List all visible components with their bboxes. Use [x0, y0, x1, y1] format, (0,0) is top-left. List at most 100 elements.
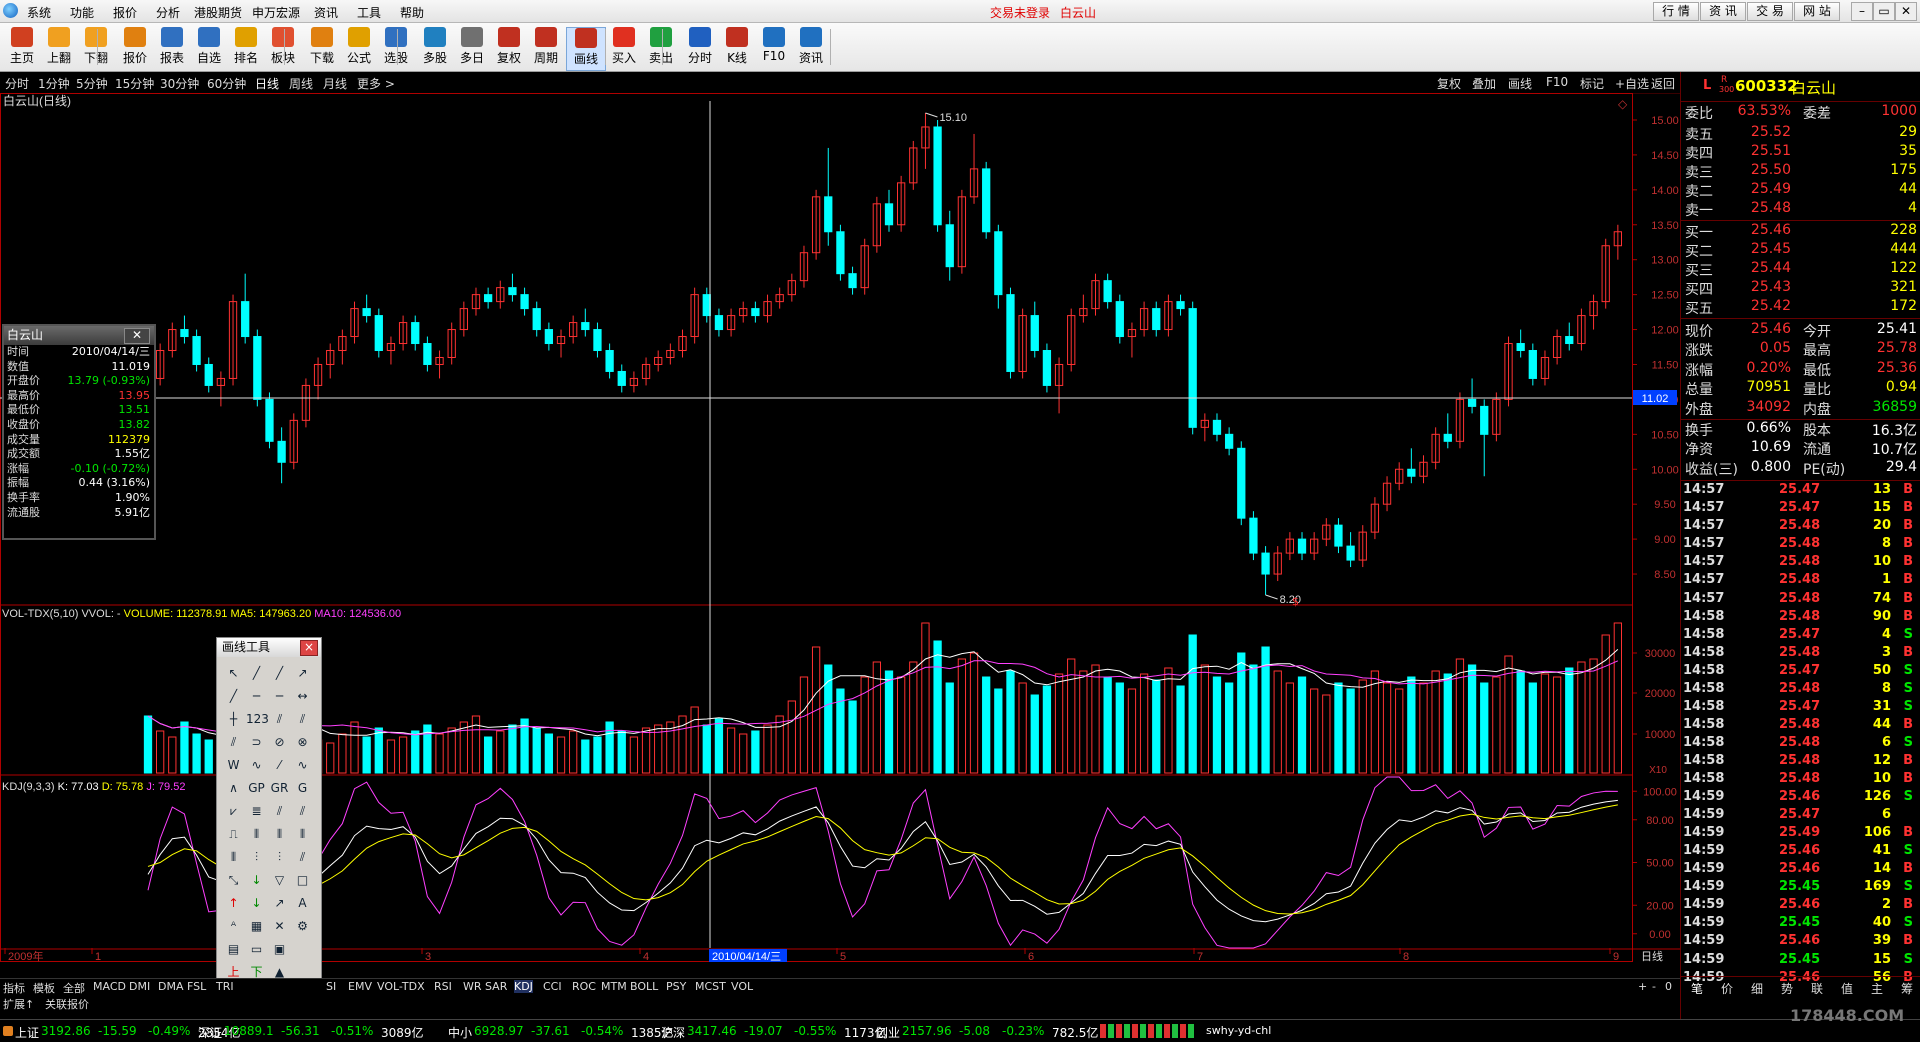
gann-tool-icon[interactable]: G — [292, 778, 313, 799]
note-tool-icon[interactable]: ▤ — [223, 939, 244, 960]
indicator-tab-kdj[interactable]: KDJ — [514, 980, 533, 993]
elliott-wave-tool-icon[interactable]: W — [223, 755, 244, 776]
draw-tools-panel[interactable]: 画线工具 × ↖ ╱ ╱ ↗ ╱ ─ ─ ↔ ┼ 123 ⫽ ⫽ ⫽ ⊃ ⊘ ⊗ W ∿ ⁄ ∿ ∧ GP GR G ⩗ ≣ ⫽ ⫽ ⎍… — [216, 637, 322, 1002]
quote-mode-button[interactable]: 行 情 — [1653, 2, 1699, 21]
add-favorite-button[interactable]: +自选 — [1615, 75, 1649, 92]
indicator-tab-dma[interactable]: DMA — [158, 980, 184, 993]
extension-tab[interactable]: 关联报价 — [45, 996, 89, 1012]
quote-panel-tab[interactable]: 势 — [1781, 980, 1793, 997]
toolbar-sector-button[interactable]: 板块 — [264, 27, 302, 69]
golden-ratio-tool-icon[interactable]: GR — [269, 778, 290, 799]
menu-system[interactable]: 系统 — [27, 4, 51, 21]
line-tool-icon[interactable]: ╱ — [246, 663, 267, 684]
toolbar-up-arrow-button[interactable]: 上翻 — [40, 27, 78, 69]
toolbar-quote-button[interactable]: 报价 — [116, 27, 154, 69]
blank-tool-icon[interactable] — [292, 939, 313, 960]
indicator-tab-vol[interactable]: VOL — [731, 980, 753, 993]
toolbar-kline-button[interactable]: K线 — [718, 27, 756, 69]
overlay-button[interactable]: 叠加 — [1472, 75, 1496, 92]
arc-tool-icon[interactable]: ⊃ — [246, 732, 267, 753]
toolbar-period-button[interactable]: 周期 — [527, 27, 565, 69]
rect3-tool-icon[interactable]: ▣ — [269, 939, 290, 960]
period-tab[interactable]: 15分钟 — [115, 75, 154, 92]
triangle-tool-icon[interactable]: ▽ — [269, 870, 290, 891]
period-more[interactable]: 更多 > — [357, 75, 395, 92]
quote-panel-tab[interactable]: 值 — [1841, 980, 1853, 997]
draw-button[interactable]: 画线 — [1508, 75, 1532, 92]
menu-swhy[interactable]: 申万宏源 — [252, 4, 300, 21]
toolbar-f10-button[interactable]: F10 — [755, 27, 793, 69]
maximize-button[interactable]: ▭ — [1873, 2, 1895, 21]
zigzag-tool-icon[interactable]: ⤡ — [223, 870, 244, 891]
quote-panel-tab[interactable]: 筹 — [1901, 980, 1913, 997]
delete-tool-icon[interactable]: ✕ — [269, 916, 290, 937]
app-logo-icon[interactable] — [3, 3, 18, 18]
menu-analysis[interactable]: 分析 — [156, 4, 180, 21]
zoom-in-button[interactable]: + — [1638, 980, 1647, 993]
fib-time5-tool-icon[interactable]: ⫶ — [246, 847, 267, 868]
horizontal-segment-tool-icon[interactable]: ↔ — [292, 686, 313, 707]
block-tool-icon[interactable]: ▦ — [246, 916, 267, 937]
parallel2-tool-icon[interactable]: ⫽ — [292, 709, 313, 730]
indicator-tab-si[interactable]: SI — [326, 980, 336, 993]
period-tab[interactable]: 月线 — [323, 75, 347, 92]
close-icon[interactable]: ✕ — [124, 328, 150, 344]
menu-news[interactable]: 资讯 — [314, 4, 338, 21]
arrow-line-tool-icon[interactable]: ↗ — [292, 663, 313, 684]
segment-tool-icon[interactable]: ╱ — [223, 686, 244, 707]
indicator-tab-emv[interactable]: EMV — [348, 980, 372, 993]
toolbar-down-arrow-button[interactable]: 下翻 — [77, 27, 115, 69]
fib-time2-tool-icon[interactable]: ⦀ — [269, 824, 290, 845]
toolbar-adjust-button[interactable]: 复权 — [490, 27, 528, 69]
period-tab[interactable]: 30分钟 — [160, 75, 199, 92]
text-a-tool-icon[interactable]: ᴬ — [223, 916, 244, 937]
fib-lines-tool-icon[interactable]: ≣ — [246, 801, 267, 822]
period-lines-tool-icon[interactable]: ⎍ — [223, 824, 244, 845]
fan-tool-icon[interactable]: ⁄ — [269, 755, 290, 776]
indicator-tab-boll[interactable]: BOLL — [630, 980, 658, 993]
quote-panel-tab[interactable]: 主 — [1871, 980, 1883, 997]
quote-panel-tab[interactable]: 价 — [1721, 980, 1733, 997]
text-tool-icon[interactable]: A — [292, 893, 313, 914]
quote-panel-tab[interactable]: 细 — [1751, 980, 1763, 997]
toolbar-intraday-button[interactable]: 分时 — [681, 27, 719, 69]
indicator-tab-指标[interactable]: 指标 — [3, 980, 25, 996]
fib-time3-tool-icon[interactable]: ⫴ — [292, 824, 313, 845]
indicator-tab-模板[interactable]: 模板 — [33, 980, 55, 996]
toolbar-home-button[interactable]: 主页 — [3, 27, 41, 69]
zoom-out-button[interactable]: - — [1652, 980, 1656, 993]
indicator-tab-vol-tdx[interactable]: VOL-TDX — [377, 980, 425, 993]
ray-tool-icon[interactable]: ╱ — [269, 663, 290, 684]
indicator-tab-fsl[interactable]: FSL — [187, 980, 206, 993]
toolbar-stock-picker-button[interactable]: 选股 — [377, 27, 415, 69]
down-arrow-green-tool-icon[interactable]: ↓ — [246, 893, 267, 914]
indicator-tab-tri[interactable]: TRI — [216, 980, 234, 993]
arrow-up-right-tool-icon[interactable]: ↗ — [269, 893, 290, 914]
indicator-tab-rsi[interactable]: RSI — [434, 980, 452, 993]
indicator-tab-mcst[interactable]: MCST — [695, 980, 726, 993]
regression-tool-icon[interactable]: ⫽ — [292, 847, 313, 868]
news-mode-button[interactable]: 资 讯 — [1700, 2, 1746, 21]
settings-tool-icon[interactable]: ⚙ — [292, 916, 313, 937]
circle-tool-icon[interactable]: ⊘ — [269, 732, 290, 753]
mark-button[interactable]: 标记 — [1580, 75, 1604, 92]
indicator-tab-dmi[interactable]: DMI — [129, 980, 150, 993]
rectangle-tool-icon[interactable]: □ — [292, 870, 313, 891]
period-tab[interactable]: 60分钟 — [207, 75, 246, 92]
toolbar-buy-button[interactable]: 买入 — [605, 27, 643, 69]
period-tab[interactable]: 周线 — [289, 75, 313, 92]
indicator-tab-mtm[interactable]: MTM — [601, 980, 627, 993]
indicator-tab-psy[interactable]: PSY — [666, 980, 686, 993]
minimize-button[interactable]: – — [1851, 2, 1873, 21]
menu-function[interactable]: 功能 — [70, 4, 94, 21]
info-window-title-bar[interactable]: 白云山 ✕ — [4, 326, 154, 345]
toolbar-favorites-button[interactable]: 自选 — [190, 27, 228, 69]
down-arrow-tool-icon[interactable]: ↓ — [246, 870, 267, 891]
angle-tool-icon[interactable]: ∧ — [223, 778, 244, 799]
f10-button[interactable]: F10 — [1546, 75, 1568, 89]
wave2-tool-icon[interactable]: ∿ — [246, 755, 267, 776]
parallel-tool-icon[interactable]: ⫽ — [269, 709, 290, 730]
indicator-tab-macd[interactable]: MACD — [93, 980, 126, 993]
fib-time4-tool-icon[interactable]: ⫴ — [223, 847, 244, 868]
trade-mode-button[interactable]: 交 易 — [1747, 2, 1793, 21]
